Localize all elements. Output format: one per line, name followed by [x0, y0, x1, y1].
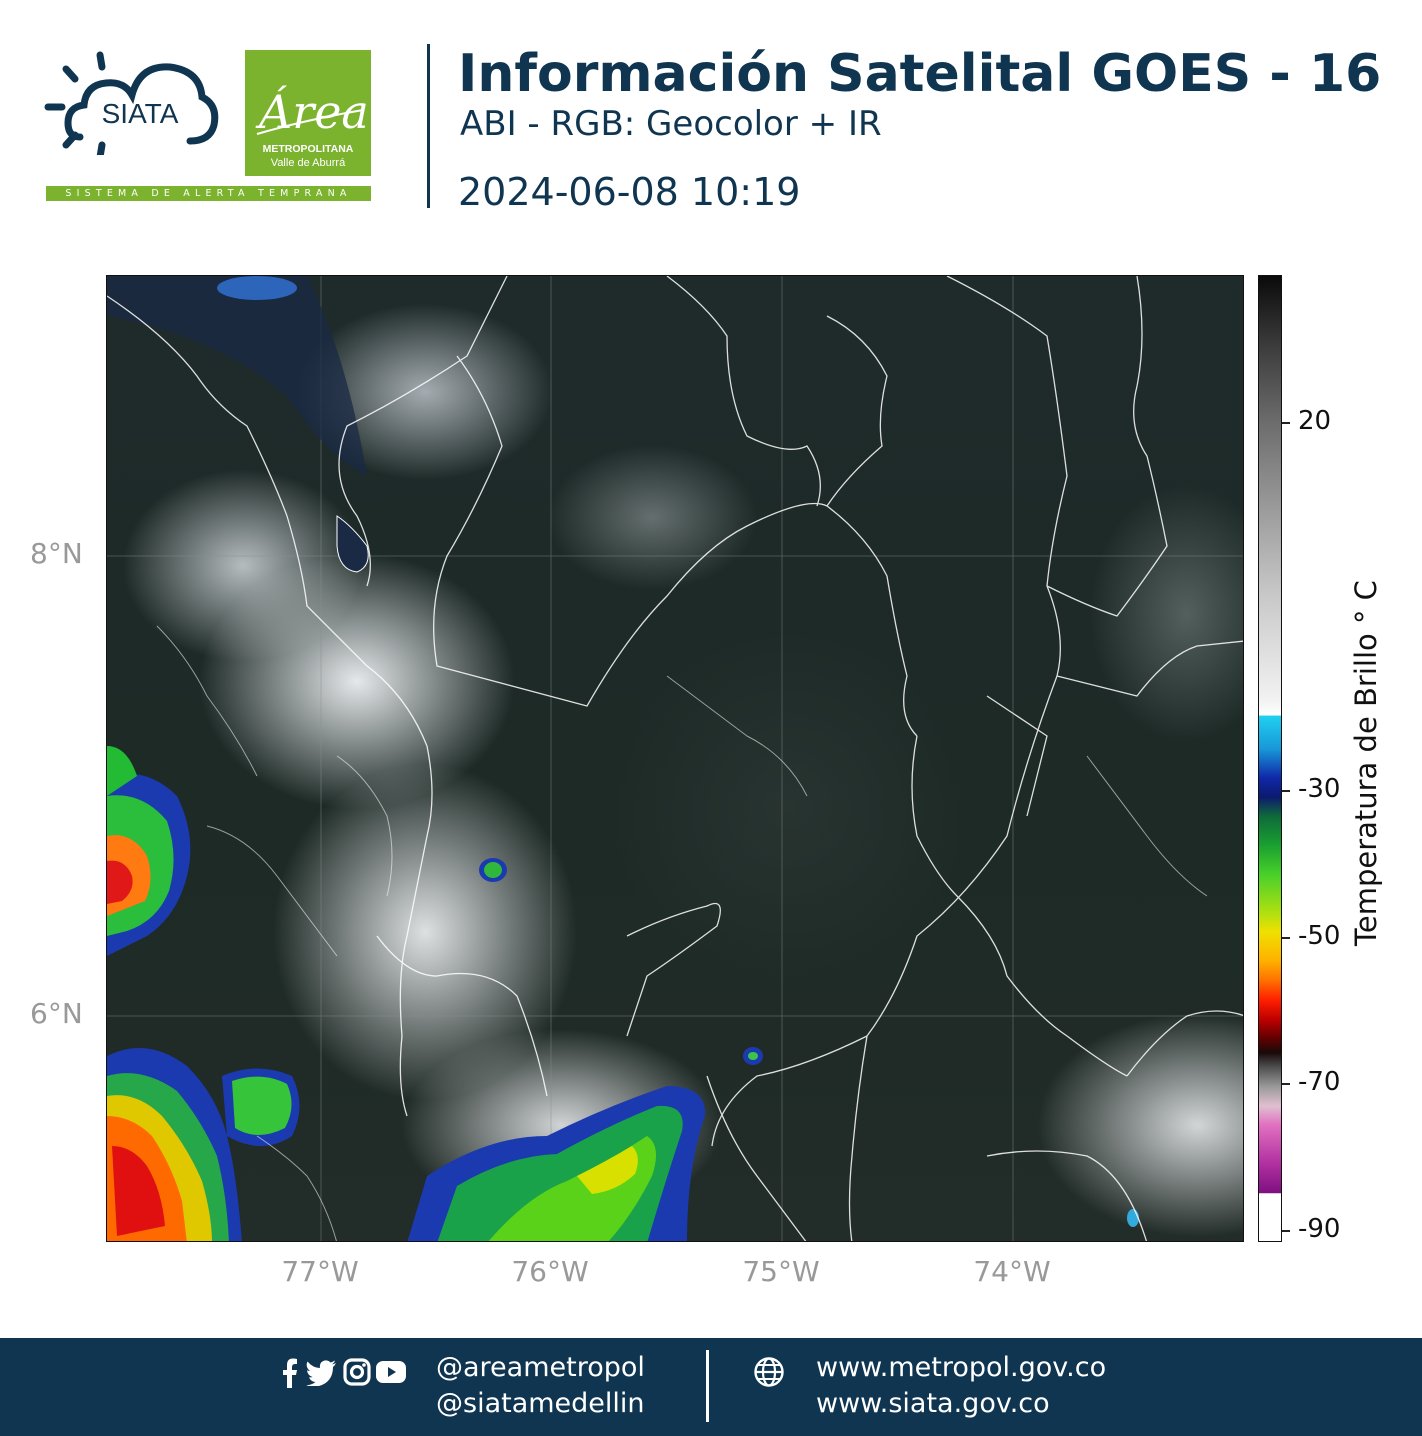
- siata-logo-text: SIATA: [102, 98, 179, 129]
- instagram-icon[interactable]: [343, 1358, 371, 1386]
- lat-label-6N: 6°N: [30, 997, 83, 1030]
- social-handle-siatamedellin[interactable]: @siatamedellin: [436, 1388, 645, 1419]
- image-timestamp: 2024-06-08 10:19: [458, 170, 801, 214]
- temperature-colorbar: [1258, 275, 1282, 1242]
- header-divider: [427, 44, 430, 208]
- colorbar-tick: [1282, 422, 1290, 424]
- lon-label-76W: 76°W: [511, 1255, 589, 1288]
- youtube-icon[interactable]: [376, 1360, 406, 1384]
- lat-label-8N: 8°N: [30, 537, 83, 570]
- colorbar-tick: [1282, 1230, 1290, 1232]
- caribbean-sea: [107, 276, 367, 476]
- lon-label-74W: 74°W: [973, 1255, 1051, 1288]
- colorbar-label-minus70: -70: [1298, 1067, 1341, 1097]
- colorbar-tick: [1282, 790, 1290, 792]
- colorbar-label-minus90: -90: [1298, 1214, 1341, 1244]
- website-metropol-link[interactable]: www.metropol.gov.co: [816, 1352, 1106, 1383]
- twitter-icon[interactable]: [306, 1360, 336, 1386]
- colorbar-label-20: 20: [1298, 406, 1332, 436]
- facebook-icon[interactable]: [282, 1358, 298, 1388]
- footer-divider: [706, 1350, 709, 1422]
- lon-label-77W: 77°W: [281, 1255, 359, 1288]
- convective-clouds: [107, 746, 1139, 1241]
- page-subtitle: ABI - RGB: Geocolor + IR: [460, 104, 882, 144]
- colorbar-tick: [1282, 1083, 1290, 1085]
- siata-tagline: SISTEMA DE ALERTA TEMPRANA: [46, 186, 371, 201]
- footer: @areametropol @siatamedellin www.metropo…: [0, 1338, 1422, 1436]
- satellite-map[interactable]: [106, 275, 1244, 1242]
- social-handle-areametropol[interactable]: @areametropol: [436, 1352, 645, 1383]
- siata-logo: SIATA: [40, 45, 220, 161]
- colorbar-label-minus30: -30: [1298, 774, 1341, 804]
- gulf-of-uraba: [336, 515, 369, 573]
- website-siata-link[interactable]: www.siata.gov.co: [816, 1388, 1050, 1419]
- globe-icon: [754, 1357, 784, 1387]
- colorbar-title: Temperatura de Brillo ° C: [1349, 580, 1383, 946]
- area-metropolitana-logo: Área METROPOLITANA Valle de Aburrá: [245, 50, 371, 176]
- page-title: Información Satelital GOES - 16: [458, 44, 1382, 104]
- lon-label-75W: 75°W: [742, 1255, 820, 1288]
- colorbar-tick: [1282, 937, 1290, 939]
- colorbar-label-minus50: -50: [1298, 921, 1341, 951]
- sun-cloud-icon: SIATA: [44, 51, 219, 161]
- area-logo-line1: METROPOLITANA: [262, 143, 354, 155]
- area-logo-line2: Valle de Aburrá: [270, 157, 346, 169]
